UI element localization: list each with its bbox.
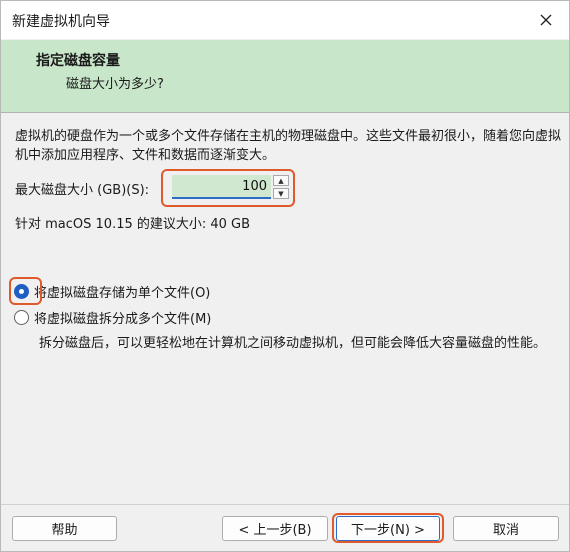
help-button[interactable]: 帮助: [12, 516, 117, 541]
single-file-label: 将虚拟磁盘存储为单个文件(O): [34, 286, 211, 301]
split-files-label: 将虚拟磁盘拆分成多个文件(M): [34, 312, 212, 327]
next-button-highlight: [332, 513, 444, 543]
title-bar: 新建虚拟机向导: [1, 1, 569, 39]
close-button[interactable]: [523, 1, 569, 39]
back-button[interactable]: < 上一步(B): [222, 516, 328, 541]
window-title: 新建虚拟机向导: [12, 14, 110, 30]
split-files-radio[interactable]: [14, 310, 29, 325]
close-icon: [540, 14, 552, 26]
recommended-size: 针对 macOS 10.15 的建议大小: 40 GB: [15, 217, 251, 232]
disk-description: 虚拟机的硬盘作为一个或多个文件存储在主机的物理磁盘中。这些文件最初很小，随着您向…: [15, 129, 562, 163]
single-file-option[interactable]: 将虚拟磁盘存储为单个文件(O): [14, 282, 210, 301]
disk-size-highlight: [161, 169, 295, 207]
single-file-highlight: [9, 277, 42, 305]
cancel-button[interactable]: 取消: [453, 516, 559, 541]
split-files-option[interactable]: 将虚拟磁盘拆分成多个文件(M): [14, 308, 211, 327]
header-subtitle: 磁盘大小为多少?: [66, 77, 164, 92]
wizard-window: 新建虚拟机向导 指定磁盘容量 磁盘大小为多少? 虚拟机的硬盘作为一个或多个文件存…: [0, 0, 570, 552]
split-files-description: 拆分磁盘后，可以更轻松地在计算机之间移动虚拟机，但可能会降低大容量磁盘的性能。: [39, 336, 547, 351]
disk-size-label: 最大磁盘大小 (GB)(S):: [15, 183, 150, 198]
footer-divider: [1, 504, 569, 505]
header-title: 指定磁盘容量: [36, 53, 120, 69]
wizard-header: 指定磁盘容量 磁盘大小为多少?: [1, 40, 569, 113]
